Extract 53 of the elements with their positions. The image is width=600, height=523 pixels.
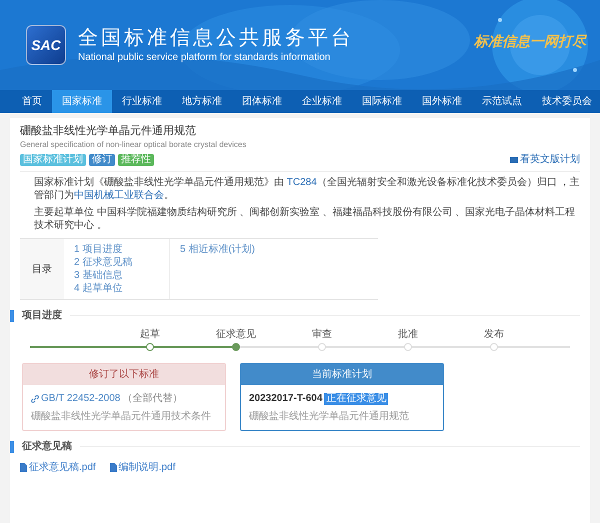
section-title: 项目进度 bbox=[22, 308, 62, 323]
nav-tab[interactable]: 国外标准 bbox=[412, 90, 472, 113]
link-icon bbox=[31, 394, 39, 402]
slogan: 标准信息一网打尽 bbox=[474, 33, 586, 52]
nav-tab[interactable]: 地方标准 bbox=[172, 90, 232, 113]
nav-tab[interactable]: 示范试点 bbox=[472, 90, 532, 113]
site-title: 全国标准信息公共服务平台 bbox=[78, 26, 354, 51]
description-paragraph: 主要起草单位 中国科学院福建物质结构研究所 、闽都创新实验室 、福建福晶科技股份有限公司 、国家光电子晶体材料工程技术研究中心 。 bbox=[33, 206, 576, 232]
file-link[interactable]: 征求意见稿.pdf bbox=[20, 460, 96, 475]
logo: SAC bbox=[26, 25, 66, 65]
card-header: 当前标准计划 bbox=[241, 364, 443, 385]
standard-name: 硼酸盐非线性光学单晶元件通用技术条件 bbox=[31, 410, 212, 424]
status-badge: 正在征求意见 bbox=[324, 392, 388, 404]
replacement-note: （全部代替） bbox=[122, 392, 182, 406]
toc-link[interactable]: 4 起草单位 bbox=[74, 282, 169, 295]
toc-label: 目录 bbox=[32, 262, 52, 276]
toc-link[interactable]: 5 相近标准(计划) bbox=[180, 243, 274, 256]
nav-tab[interactable]: 行业标准 bbox=[112, 90, 172, 113]
step-label: 批准 bbox=[398, 328, 418, 342]
tag: 修订 bbox=[89, 154, 115, 166]
toc-link[interactable]: 3 基础信息 bbox=[74, 269, 169, 282]
english-plan-link[interactable]: 看英文版计划 bbox=[510, 152, 580, 167]
file-icon bbox=[20, 463, 27, 472]
nav-tab[interactable]: 技术委员会 bbox=[532, 90, 600, 113]
tag: 推荐性 bbox=[118, 154, 154, 166]
toc-link[interactable]: 2 征求意见稿 bbox=[74, 256, 169, 269]
standard-title: 硼酸盐非线性光学单晶元件通用规范 bbox=[20, 124, 197, 139]
site-subtitle: National public service platform for standards information bbox=[78, 51, 332, 65]
plan-number: 20232017-T-604 bbox=[249, 392, 322, 406]
document-icon bbox=[510, 156, 518, 164]
step-label: 征求意见 bbox=[216, 328, 256, 342]
step-label: 发布 bbox=[484, 328, 504, 342]
standard-link[interactable]: GB/T 22452-2008 bbox=[41, 391, 120, 406]
nav-tab[interactable]: 企业标准 bbox=[292, 90, 352, 113]
tag: 国家标准计划 bbox=[20, 154, 86, 166]
section-title: 征求意见稿 bbox=[22, 440, 72, 454]
section-marker bbox=[10, 310, 14, 322]
standard-name: 硼酸盐非线性光学单晶元件通用规范 bbox=[249, 410, 410, 424]
step-label: 审查 bbox=[312, 328, 332, 342]
section-marker bbox=[10, 440, 14, 452]
nav-tab[interactable]: 团体标准 bbox=[232, 90, 292, 113]
description-paragraph: 国家标准计划《硼酸盐非线性光学单晶元件通用规范》由 TC284（全国光辐射安全和激光设备标准化技术委员会）归口 ，主管部门为中国机械工业联合会。 bbox=[33, 176, 580, 202]
step-label: 起草 bbox=[140, 328, 160, 342]
card-header: 修订了以下标准 bbox=[23, 364, 225, 385]
nav-tab[interactable]: 国际标准 bbox=[352, 90, 412, 113]
nav-tab[interactable]: 国家标准 bbox=[52, 90, 112, 113]
file-link[interactable]: 编制说明.pdf bbox=[110, 460, 176, 475]
link[interactable]: 中国机械工业联合会 bbox=[74, 190, 164, 201]
file-icon bbox=[110, 463, 117, 472]
link[interactable]: TC284 bbox=[286, 177, 317, 188]
nav-tab[interactable]: 首页 bbox=[12, 90, 52, 113]
english-title: General specification of non-linear optical borate crystal devices bbox=[20, 139, 248, 150]
toc-link[interactable]: 1 项目进度 bbox=[74, 243, 169, 256]
